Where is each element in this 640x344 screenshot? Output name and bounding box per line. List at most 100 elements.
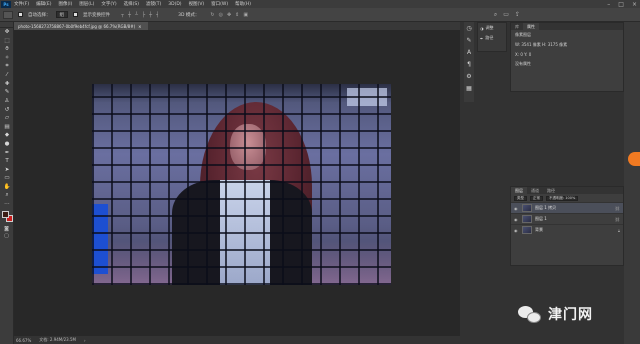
- history-brush-tool-icon[interactable]: ↺: [0, 105, 14, 114]
- menu-help[interactable]: 帮助(H): [235, 1, 251, 7]
- hand-tool-icon[interactable]: ✋: [0, 183, 14, 192]
- menu-file[interactable]: 文件(F): [14, 1, 29, 7]
- workspace-icon[interactable]: ▭: [503, 11, 509, 19]
- adjustments-icon: ◑: [480, 25, 484, 31]
- properties-tabs: 库 属性: [511, 23, 623, 30]
- healing-brush-tool-icon[interactable]: ✚: [0, 80, 14, 89]
- layer-kind-filter[interactable]: 类型: [514, 195, 527, 201]
- character-panel-icon[interactable]: A: [464, 46, 474, 58]
- slide-3d-icon[interactable]: ⇕: [235, 12, 239, 18]
- layer-row[interactable]: ◉ 图层 1 拷贝 ⛓: [511, 202, 623, 213]
- opacity-field[interactable]: 不透明度: 100%: [546, 195, 579, 201]
- maximize-icon[interactable]: □: [618, 1, 624, 8]
- tab-layers[interactable]: 图层: [511, 187, 527, 194]
- brush-tool-icon[interactable]: ✎: [0, 88, 14, 97]
- auto-select-dropdown[interactable]: 组: [55, 11, 68, 18]
- menu-filter[interactable]: 滤镜(T): [146, 1, 161, 7]
- share-icon[interactable]: ⇪: [515, 11, 520, 19]
- search-icon[interactable]: ⌕: [494, 11, 497, 19]
- history-panel-icon[interactable]: ◷: [464, 22, 474, 34]
- floating-orange-button[interactable]: [628, 152, 640, 166]
- swatches-panel-icon[interactable]: ▦: [464, 82, 474, 94]
- menu-select[interactable]: 选择(S): [124, 1, 139, 7]
- blur-tool-icon[interactable]: ◆: [0, 131, 14, 140]
- align-top-icon[interactable]: ┬: [121, 12, 124, 18]
- blend-mode-select[interactable]: 正常: [530, 195, 543, 201]
- paragraph-panel-icon[interactable]: ¶: [464, 58, 474, 70]
- rectangle-tool-icon[interactable]: ▭: [0, 174, 14, 183]
- align-bottom-icon[interactable]: ┴: [135, 12, 138, 18]
- gradient-tool-icon[interactable]: ▤: [0, 123, 14, 132]
- menu-3d[interactable]: 3D(D): [168, 2, 181, 7]
- tab-properties[interactable]: 属性: [523, 23, 539, 30]
- layer-thumbnail: [522, 215, 532, 223]
- photo-wire-grid: [92, 84, 391, 285]
- clone-stamp-tool-icon[interactable]: ♙: [0, 97, 14, 106]
- layer-thumbnail: [522, 226, 532, 234]
- menu-view[interactable]: 视图(V): [189, 1, 205, 7]
- document-tab-bar: photo-1568273758867-0b0f9eb4fcf.jpg @ 66…: [14, 22, 460, 30]
- dodge-tool-icon[interactable]: ●: [0, 140, 14, 149]
- show-transform-checkbox[interactable]: [73, 12, 78, 17]
- menu-type[interactable]: 文字(Y): [101, 1, 116, 7]
- layer-row[interactable]: ◉ 背景 🔒︎: [511, 224, 623, 235]
- rotate-3d-icon[interactable]: ↻: [210, 12, 214, 18]
- canvas-area[interactable]: [14, 30, 460, 336]
- menu-edit[interactable]: 编辑(E): [36, 1, 51, 7]
- more-tools-icon[interactable]: ⋯: [0, 200, 14, 209]
- tool-presets-panel-icon[interactable]: ⚙: [464, 70, 474, 82]
- document-close-icon[interactable]: ×: [138, 24, 141, 29]
- drag-3d-icon[interactable]: ✥: [227, 12, 231, 18]
- tab-paths[interactable]: 路径: [543, 187, 559, 194]
- menu-window[interactable]: 窗口(W): [211, 1, 228, 7]
- crop-tool-icon[interactable]: ⌗: [0, 62, 14, 71]
- visibility-eye-icon[interactable]: ◉: [514, 228, 519, 233]
- eraser-tool-icon[interactable]: ▱: [0, 114, 14, 123]
- align-right-icon[interactable]: ┤: [156, 12, 159, 18]
- menu-image[interactable]: 图像(I): [58, 1, 72, 7]
- magic-wand-tool-icon[interactable]: ✧: [0, 54, 14, 63]
- move-tool-icon[interactable]: ✥: [0, 28, 14, 37]
- show-transform-label: 显示变换控件: [83, 12, 110, 18]
- align-middle-icon[interactable]: ┼: [128, 12, 131, 18]
- paths-icon: ✒: [480, 35, 484, 41]
- mode-3d-label: 3D 模式：: [178, 12, 200, 18]
- path-selection-tool-icon[interactable]: ➤: [0, 166, 14, 175]
- lasso-tool-icon[interactable]: ϑ: [0, 45, 14, 54]
- visibility-eye-icon[interactable]: ◉: [514, 217, 519, 222]
- marquee-tool-icon[interactable]: ⬚: [0, 37, 14, 46]
- minimize-icon[interactable]: –: [607, 1, 610, 8]
- color-swatches: [0, 210, 14, 226]
- roll-3d-icon[interactable]: ◎: [219, 12, 223, 18]
- move-tool-preset[interactable]: [3, 10, 13, 19]
- menu-layer[interactable]: 图层(L): [79, 1, 94, 7]
- brush-panel-icon[interactable]: ✎: [464, 34, 474, 46]
- properties-info: 没有属性: [515, 61, 531, 66]
- status-arrow-icon[interactable]: ›: [84, 338, 86, 343]
- auto-select-checkbox[interactable]: [18, 12, 23, 17]
- visibility-eye-icon[interactable]: ◉: [514, 206, 519, 211]
- layer-row[interactable]: ◉ 图层 1 ⛓: [511, 213, 623, 224]
- quick-mask-icon[interactable]: ◙: [0, 226, 13, 233]
- screen-mode-icon[interactable]: ▢: [0, 233, 13, 240]
- document-tab[interactable]: photo-1568273758867-0b0f9eb4fcf.jpg @ 66…: [14, 22, 148, 30]
- align-center-icon[interactable]: ┼: [149, 12, 152, 18]
- scale-3d-icon[interactable]: ▣: [243, 12, 248, 18]
- zoom-tool-icon[interactable]: ⌕: [0, 191, 14, 200]
- photoshop-logo: Ps: [1, 0, 11, 8]
- align-left-icon[interactable]: ├: [142, 12, 145, 18]
- properties-position: X: 0 Y: 0: [515, 52, 532, 57]
- pen-tool-icon[interactable]: ✒: [0, 148, 14, 157]
- adjustments-item[interactable]: ◑ 调整: [478, 23, 506, 33]
- close-icon[interactable]: ×: [632, 1, 637, 8]
- eyedropper-tool-icon[interactable]: ⁄: [0, 71, 14, 80]
- mini-panel: ◑ 调整 ✒ 路径: [477, 22, 507, 52]
- tab-libraries[interactable]: 库: [511, 23, 523, 30]
- zoom-level[interactable]: 66.67%: [16, 338, 31, 343]
- foreground-color-swatch[interactable]: [2, 211, 9, 219]
- layer-filter-row: 类型 正常 不透明度: 100%: [511, 194, 623, 202]
- type-tool-icon[interactable]: T: [0, 157, 14, 166]
- tab-channels[interactable]: 通道: [527, 187, 543, 194]
- paths-item[interactable]: ✒ 路径: [478, 33, 506, 43]
- document-image[interactable]: [92, 84, 391, 285]
